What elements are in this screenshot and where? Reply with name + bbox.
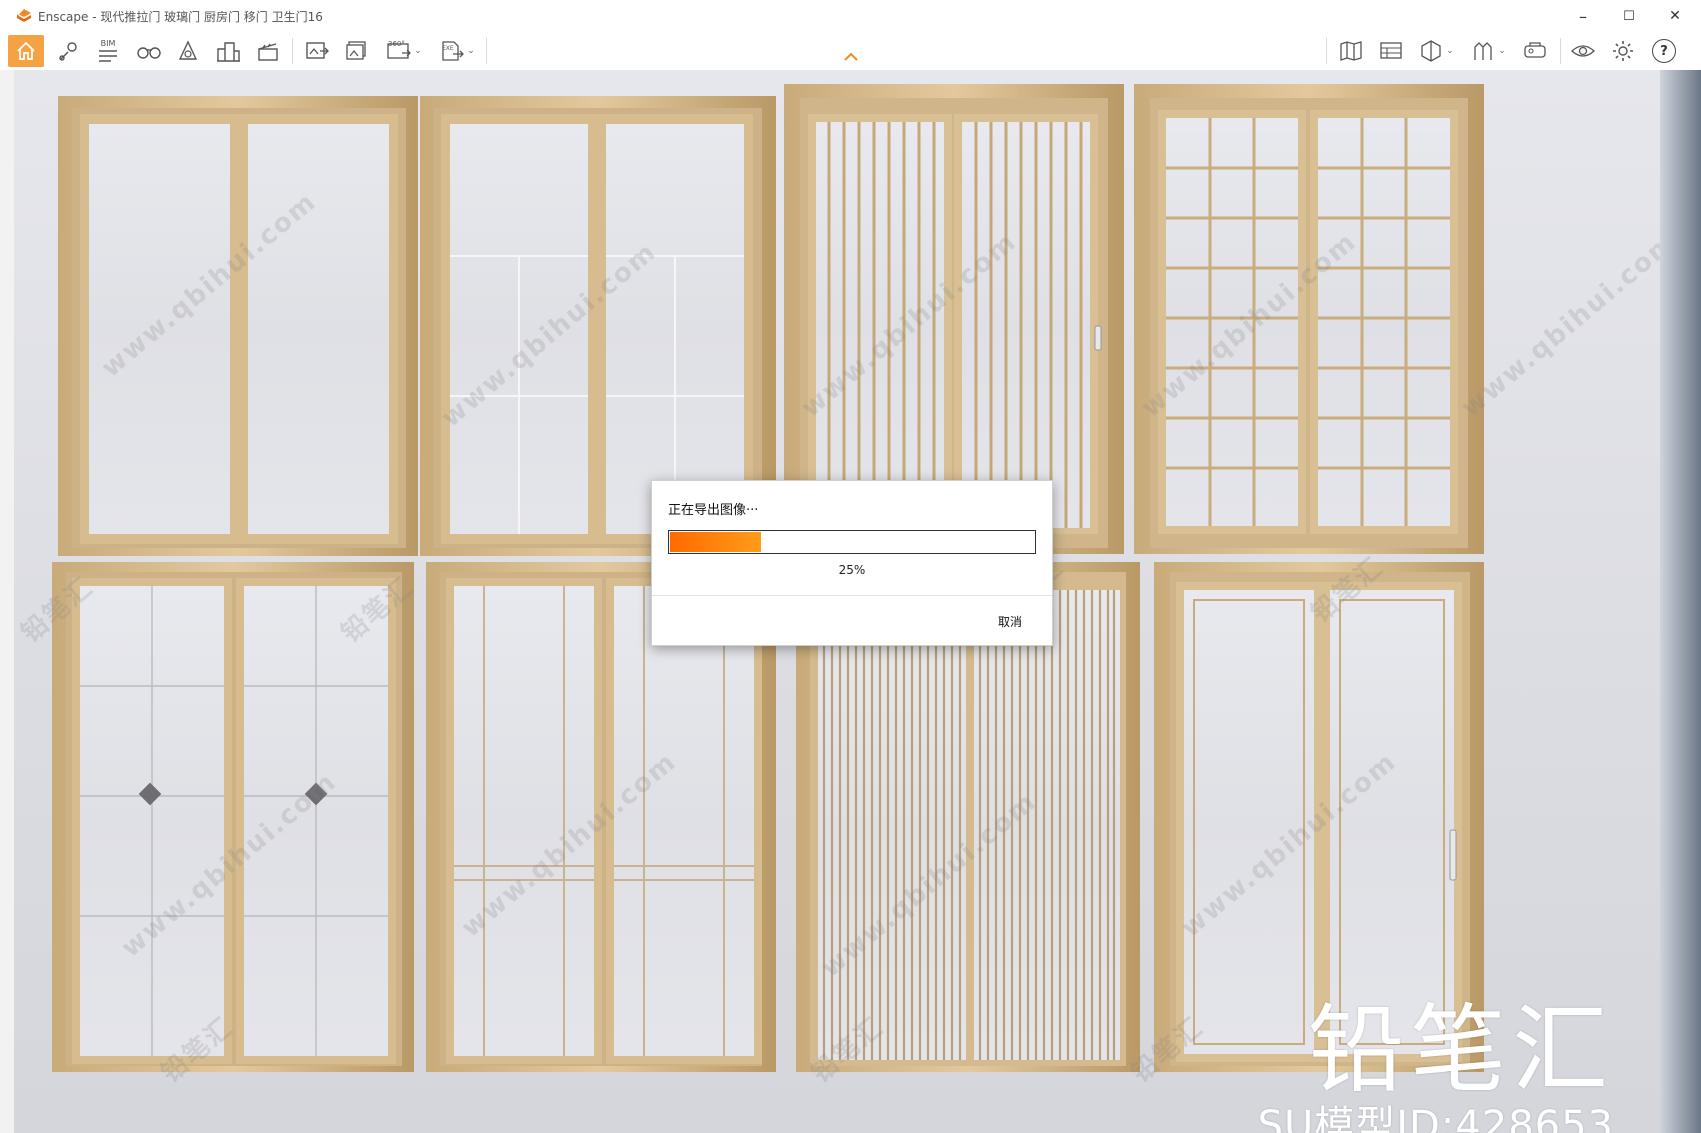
list-icon [99,49,117,62]
desktop-edge [1660,70,1701,1133]
toolbar-separator [486,38,487,64]
brand-watermark: 铅笔汇 SU模型ID:428653 [1258,1002,1614,1133]
export-image-icon [306,42,329,59]
section-button[interactable]: ⌄ [1414,35,1458,67]
map-icon [1340,41,1362,61]
progress-percent: 25% [838,563,866,577]
pano-label: 360° [388,40,405,48]
home-icon [17,41,35,60]
collapse-toolbar-icon[interactable] [843,52,859,62]
binoculars-icon [137,47,161,59]
help-icon: ? [1652,39,1676,63]
window-title: Enscape - 现代推拉门 玻璃门 厨房门 移门 卫生门16 [38,10,323,24]
vr-headset-button[interactable] [1518,35,1552,67]
exe-label: EXE [442,45,454,52]
help-button[interactable]: ? [1648,35,1680,67]
buildings-icon [217,42,240,62]
chevron-down-icon: ⌄ [414,46,422,56]
cube-icon [1421,40,1441,62]
cone-icon [178,40,198,60]
progress-bar [668,530,1036,554]
visual-settings-button[interactable] [1566,35,1600,67]
chevron-down-icon: ⌄ [1446,46,1454,56]
screenshot-button[interactable] [300,35,334,67]
chevron-down-icon: ⌄ [467,46,475,56]
enscape-logo-icon [17,9,31,22]
toolbar-separator [1560,38,1561,64]
people-icon [1474,42,1492,60]
title-bar: Enscape - 现代推拉门 玻璃门 厨房门 移门 卫生门16 – ☐ ✕ [0,0,1701,32]
minimize-button[interactable]: – [1560,0,1606,32]
dialog-separator [652,595,1052,596]
door-square-grid [1134,84,1484,554]
grid-screen-icon [1380,42,1402,59]
location-pin-icon [59,42,77,61]
views-button[interactable] [52,35,86,67]
batch-render-button[interactable] [340,35,374,67]
eye-icon [1571,45,1595,57]
atlas-button[interactable] [1374,35,1408,67]
chevron-down-icon: ⌄ [1498,46,1506,56]
batch-image-icon [346,41,366,60]
background-window-edge [0,70,15,1133]
maximize-button[interactable]: ☐ [1606,0,1652,32]
cancel-button[interactable]: 取消 [998,613,1022,630]
export-progress-dialog: 正在导出图像··· 25% 取消 [651,480,1053,646]
people-button[interactable]: ⌄ [1466,35,1510,67]
model-id: SU模型ID:428653 [1257,1103,1614,1133]
door-double-glass [58,96,418,556]
buildings-button[interactable] [212,35,244,67]
dialog-title: 正在导出图像··· [668,503,759,518]
bim-button[interactable]: BIM [92,35,124,67]
video-editor-button[interactable] [252,35,284,67]
clapperboard-icon [258,43,278,61]
toolbar-separator [1326,38,1327,64]
bim-label: BIM [100,38,116,48]
brand-name: 铅笔汇 [1308,994,1614,1106]
progress-fill [670,532,761,552]
panorama-button[interactable]: 360° ⌄ [382,35,426,67]
map-button[interactable] [1334,35,1368,67]
gear-icon [1613,41,1633,61]
general-settings-button[interactable] [1606,35,1640,67]
toolbar-separator [292,38,293,64]
binoculars-button[interactable] [132,35,166,67]
exe-export-button[interactable]: EXE ⌄ [434,35,480,67]
vr-headset-icon [1524,42,1546,58]
close-button[interactable]: ✕ [1652,0,1698,32]
home-button[interactable] [8,35,44,67]
asset-library-button[interactable] [172,35,204,67]
